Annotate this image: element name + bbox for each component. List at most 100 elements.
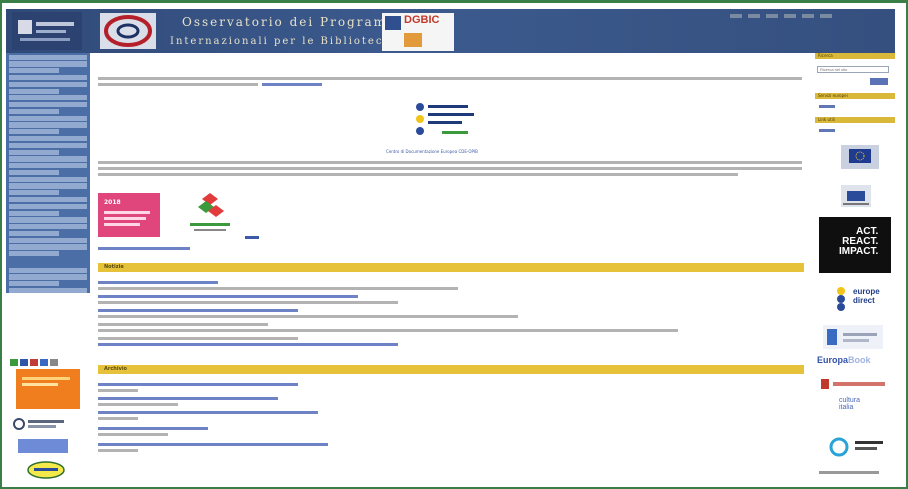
archive-link[interactable] — [98, 411, 318, 414]
eu-culture-logo[interactable] — [26, 461, 66, 479]
left-nav-item[interactable] — [9, 88, 60, 94]
main-content: Notizie Archivio Centro di Documentazion… — [94, 53, 806, 487]
search-button[interactable] — [870, 78, 888, 85]
heritage-link[interactable] — [245, 236, 259, 239]
news-link[interactable] — [98, 281, 218, 284]
links-link[interactable] — [819, 129, 835, 132]
top-icon[interactable] — [730, 14, 742, 18]
cde-caption: Centro di Documentazione Europea CDE-OPI… — [386, 149, 478, 154]
heritage-2018-banner[interactable]: 2018 — [98, 193, 160, 237]
left-nav-item[interactable] — [9, 210, 60, 216]
top-icon[interactable] — [748, 14, 760, 18]
left-nav-item[interactable] — [9, 281, 60, 287]
top-icon[interactable] — [766, 14, 778, 18]
news-link[interactable] — [98, 295, 358, 298]
left-nav-item[interactable] — [9, 142, 87, 148]
eu-flag-image[interactable] — [841, 145, 879, 169]
left-nav-item[interactable] — [9, 74, 87, 81]
archive-link[interactable] — [98, 397, 278, 400]
left-nav-item[interactable] — [9, 190, 60, 196]
heritage-logo[interactable] — [180, 189, 240, 239]
registro-logo[interactable] — [819, 377, 889, 391]
top-icon[interactable] — [784, 14, 796, 18]
services-header-label: Servizi europei — [818, 93, 848, 98]
badge-icon[interactable] — [10, 359, 18, 366]
left-nav-item[interactable] — [9, 163, 87, 169]
europe-direct-line1: europe — [853, 287, 880, 296]
intro-text-line — [98, 77, 802, 80]
banner-link[interactable] — [98, 247, 190, 250]
act-react-impact-banner[interactable]: ACT. REACT. IMPACT. — [819, 217, 891, 273]
news-link[interactable] — [98, 309, 298, 312]
left-nav-item[interactable] — [9, 224, 87, 230]
badge-icon[interactable] — [50, 359, 58, 366]
intro-link[interactable] — [262, 83, 322, 86]
left-nav-item[interactable] — [9, 230, 60, 237]
site-title-line1: Osservatorio dei Programmi — [182, 15, 407, 29]
left-nav-item[interactable] — [9, 81, 87, 87]
badge-icon[interactable] — [40, 359, 48, 366]
partner-logo[interactable] — [18, 439, 68, 453]
left-nav-item[interactable] — [9, 102, 87, 108]
left-nav-item[interactable] — [9, 237, 87, 243]
archive-link[interactable] — [98, 427, 208, 430]
left-nav-item[interactable] — [9, 203, 87, 209]
left-nav-item[interactable] — [9, 115, 87, 121]
emblem-icon — [385, 16, 401, 30]
left-nav-item[interactable] — [9, 176, 87, 182]
right-sidebar: Ricerca Servizi europei Link utili ACT. … — [813, 53, 895, 487]
europabook-logo[interactable]: EuropaBook — [817, 355, 871, 365]
top-icon[interactable] — [820, 14, 832, 18]
left-nav-item[interactable] — [9, 267, 87, 273]
left-nav-item[interactable] — [9, 149, 60, 155]
impact-line: IMPACT. — [839, 246, 879, 257]
cultura-italia-logo[interactable]: cultura italia — [839, 397, 860, 411]
left-nav-item[interactable] — [9, 217, 87, 223]
archive-link[interactable] — [98, 443, 328, 446]
top-icon[interactable] — [802, 14, 814, 18]
left-nav-item[interactable] — [9, 122, 87, 128]
left-nav-item[interactable] — [9, 274, 87, 280]
news-link[interactable] — [98, 343, 398, 346]
badge-icon[interactable] — [30, 359, 38, 366]
left-nav-item[interactable] — [9, 197, 87, 203]
services-link[interactable] — [819, 105, 835, 108]
left-nav-item[interactable] — [9, 156, 87, 162]
orange-banner[interactable] — [16, 369, 80, 409]
left-nav-item[interactable] — [9, 169, 60, 176]
cde-logo[interactable] — [414, 99, 478, 143]
left-nav-item[interactable] — [9, 129, 60, 135]
left-nav-item[interactable] — [9, 183, 87, 189]
europe-direct-logo[interactable]: europe direct — [831, 283, 887, 317]
banner-year: 2018 — [104, 199, 121, 206]
left-nav-item[interactable] — [9, 61, 87, 67]
dgbic-label: DGBIC — [404, 14, 440, 26]
europabook-main: Europa — [817, 355, 849, 365]
partner-strip[interactable] — [823, 325, 883, 349]
left-nav-item[interactable] — [9, 244, 87, 250]
search-input[interactable] — [817, 66, 889, 73]
badge-icon[interactable] — [20, 359, 28, 366]
cde-text-line — [98, 173, 738, 176]
news-text-line — [98, 315, 518, 318]
archive-link[interactable] — [98, 383, 298, 386]
left-nav-item[interactable] — [9, 135, 87, 142]
left-nav-item[interactable] — [9, 68, 60, 74]
europe-direct-line2: direct — [853, 296, 875, 305]
archive-text-line — [98, 389, 138, 392]
news-text-line — [98, 287, 458, 290]
services-header: Servizi europei — [815, 93, 895, 99]
cultura-line1: cultura — [839, 397, 861, 404]
left-nav-item[interactable] — [9, 95, 87, 101]
circle-logo[interactable] — [827, 435, 887, 459]
left-nav-item[interactable] — [9, 108, 60, 115]
ministry-small-logo[interactable] — [12, 417, 70, 431]
dgbic-logo[interactable]: DGBIC — [382, 13, 454, 51]
top-icon-bar — [730, 3, 890, 18]
site-header: Osservatorio dei Programmi Internazional… — [6, 9, 895, 53]
left-nav-item[interactable] — [9, 287, 87, 294]
eu-building-image[interactable] — [841, 185, 871, 207]
left-nav-item[interactable] — [9, 54, 87, 60]
ministry-logo[interactable] — [12, 12, 82, 50]
left-nav-item[interactable] — [9, 251, 60, 257]
